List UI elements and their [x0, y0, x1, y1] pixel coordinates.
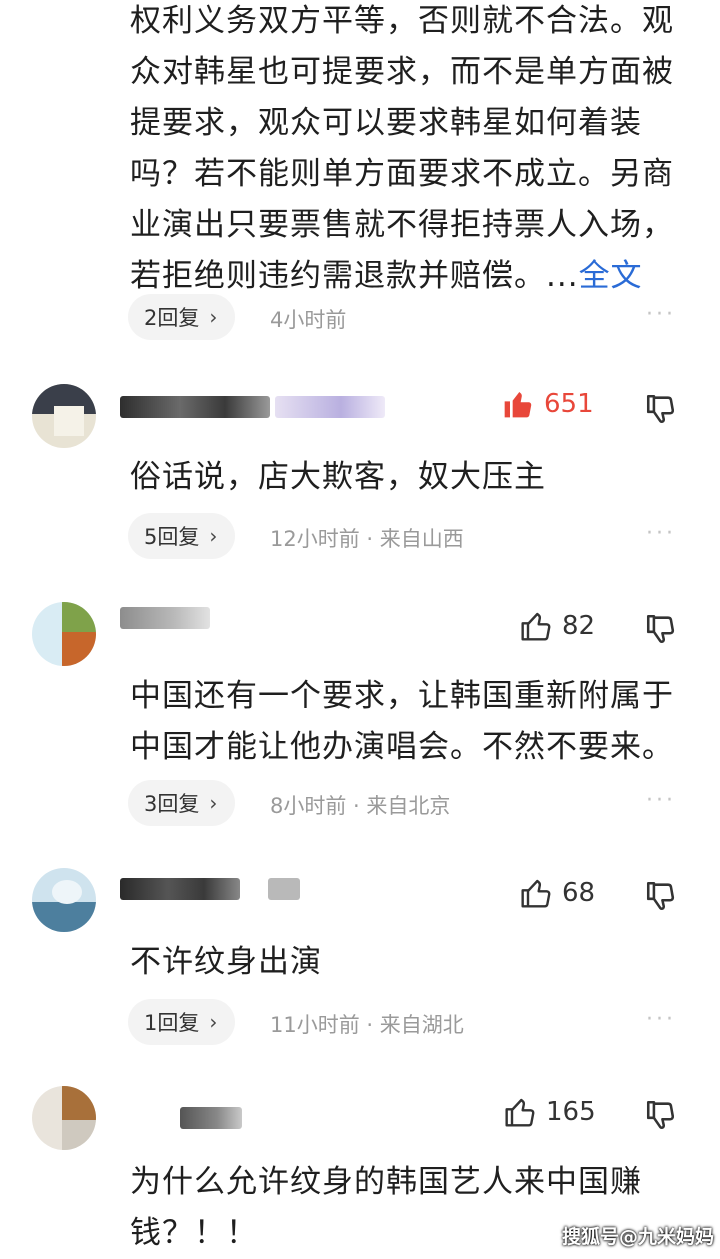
- replies-button[interactable]: 2回复 ›: [128, 294, 236, 340]
- thumbs-up-icon: [521, 612, 551, 641]
- comment-line: 吗？若不能则单方面要求不成立。另商: [130, 156, 674, 192]
- username-redacted[interactable]: [120, 607, 210, 629]
- avatar[interactable]: [32, 602, 96, 666]
- thumbs-down-icon[interactable]: [644, 879, 678, 913]
- like-button[interactable]: 651: [502, 388, 594, 420]
- comment-time: 4小时前: [270, 308, 347, 332]
- like-button[interactable]: 82: [520, 610, 595, 642]
- comment-line: 权利义务双方平等，否则就不合法。观: [130, 3, 674, 39]
- expand-full-text-link[interactable]: 全文: [579, 258, 643, 294]
- thumbs-down-icon[interactable]: [644, 1098, 678, 1132]
- chevron-right-icon: ›: [209, 305, 218, 329]
- comment-body: 权利义务双方平等，否则就不合法。观 众对韩星也可提要求，而不是单方面被 提要求，…: [130, 0, 710, 302]
- comment-line: 业演出只要票售就不得拒持票人入场，: [130, 207, 674, 243]
- user-badge-redacted: [275, 396, 385, 418]
- more-dots-icon[interactable]: ···: [646, 788, 676, 813]
- comment-body: 中国还有一个要求，让韩国重新附属于 中国才能让他办演唱会。不然不要来。: [130, 671, 710, 773]
- replies-button[interactable]: 5回复 ›: [128, 513, 236, 559]
- chevron-right-icon: ›: [209, 524, 218, 548]
- replies-count: 5回复: [144, 525, 200, 549]
- comment-line: 中国才能让他办演唱会。不然不要来。: [130, 729, 674, 765]
- more-dots-icon[interactable]: ···: [646, 302, 676, 327]
- comment-line-text: 若拒绝则违约需退款并赔偿。...: [130, 258, 579, 294]
- comment-meta: 11小时前 · 来自湖北: [270, 1013, 464, 1037]
- thumbs-down-icon[interactable]: [644, 392, 678, 426]
- thumbs-down-icon[interactable]: [644, 612, 678, 646]
- avatar[interactable]: [32, 1086, 96, 1150]
- replies-count: 2回复: [144, 306, 200, 330]
- user-badge-redacted: [268, 878, 300, 900]
- watermark: 搜狐号@九米妈妈: [561, 1226, 714, 1248]
- comment-meta: 12小时前 · 来自山西: [270, 527, 464, 551]
- comment-line: 众对韩星也可提要求，而不是单方面被: [130, 54, 674, 90]
- replies-button[interactable]: 1回复 ›: [128, 999, 236, 1045]
- comment-meta: 8小时前 · 来自北京: [270, 794, 451, 818]
- avatar[interactable]: [32, 868, 96, 932]
- like-count: 82: [562, 611, 596, 641]
- username-redacted[interactable]: [120, 878, 240, 900]
- thumbs-up-icon: [505, 1098, 535, 1127]
- like-button[interactable]: 165: [504, 1096, 596, 1128]
- comment-line: 为什么允许纹身的韩国艺人来中国赚: [130, 1164, 642, 1200]
- replies-count: 1回复: [144, 1011, 200, 1035]
- thumbs-up-icon: [521, 879, 551, 908]
- avatar[interactable]: [32, 384, 96, 448]
- replies-button[interactable]: 3回复 ›: [128, 780, 236, 826]
- more-dots-icon[interactable]: ···: [646, 521, 676, 546]
- comment-line: 中国还有一个要求，让韩国重新附属于: [130, 678, 674, 714]
- thumbs-up-icon: [504, 392, 532, 418]
- more-dots-icon[interactable]: ···: [646, 1007, 676, 1032]
- like-button[interactable]: 68: [520, 877, 595, 909]
- comment-body: 不许纹身出演: [130, 937, 710, 988]
- comment-line: 不许纹身出演: [130, 944, 322, 980]
- username-redacted[interactable]: [180, 1107, 242, 1129]
- like-count: 68: [562, 878, 596, 908]
- chevron-right-icon: ›: [209, 791, 218, 815]
- chevron-right-icon: ›: [209, 1010, 218, 1034]
- replies-count: 3回复: [144, 792, 200, 816]
- like-count: 165: [546, 1097, 596, 1127]
- comment-line: 提要求，观众可以要求韩星如何着装: [130, 105, 642, 141]
- comment-line: 俗话说，店大欺客，奴大压主: [130, 459, 546, 495]
- username-redacted[interactable]: [120, 396, 270, 418]
- like-count: 651: [544, 389, 594, 419]
- comment-body: 俗话说，店大欺客，奴大压主: [130, 452, 710, 503]
